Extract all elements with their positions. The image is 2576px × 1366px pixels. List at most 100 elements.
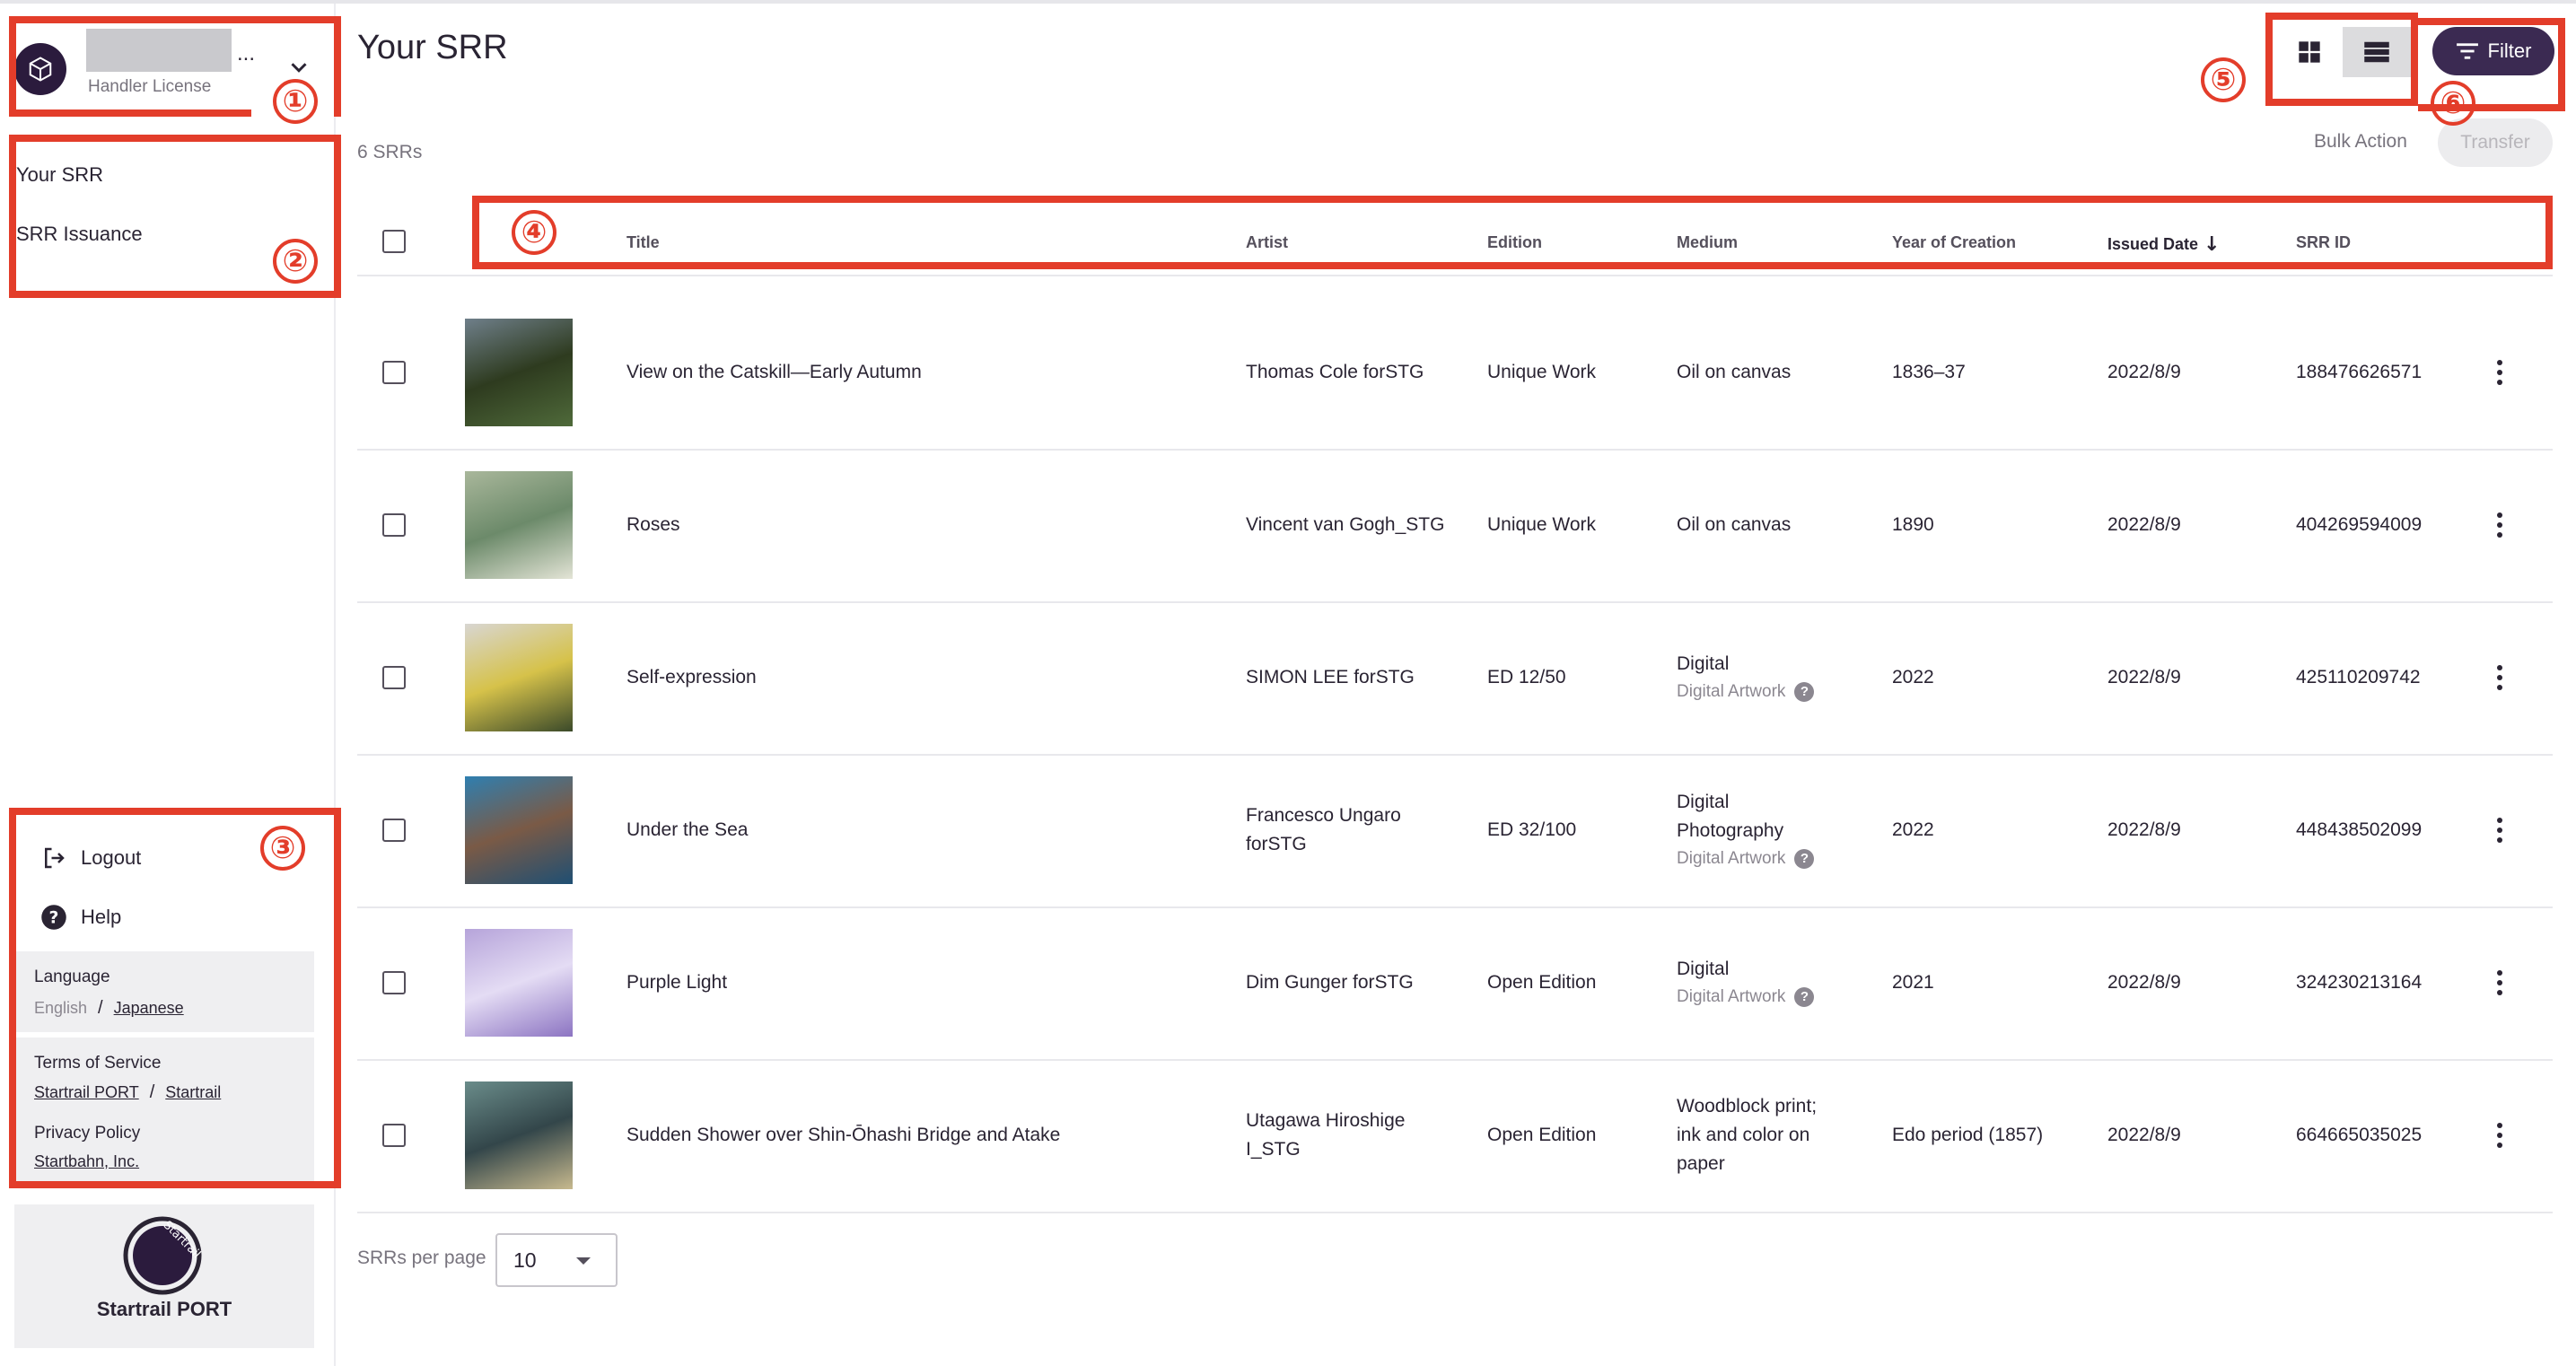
row-menu-icon[interactable] — [2486, 810, 2513, 850]
annotation-number-2: ② — [273, 239, 318, 284]
column-header-year[interactable]: Year of Creation — [1892, 233, 2016, 252]
artwork-title[interactable]: Roses — [626, 511, 680, 539]
row-menu-icon[interactable] — [2486, 505, 2513, 545]
row-menu-icon[interactable] — [2486, 353, 2513, 392]
artwork-year-text: 1836–37 — [1892, 362, 1966, 382]
help-circle-icon[interactable]: ? — [1794, 987, 1815, 1007]
terms-startrail-port-link[interactable]: Startrail PORT — [34, 1083, 139, 1102]
nav-item-your-srr[interactable]: Your SRR — [16, 163, 103, 187]
row-checkbox[interactable] — [382, 666, 406, 689]
artwork-artist: SIMON LEE forSTG — [1246, 663, 1415, 692]
column-header-medium[interactable]: Medium — [1677, 233, 1738, 252]
help-circle-icon[interactable]: ? — [1794, 849, 1815, 869]
medium-subtype-text: Digital Artwork — [1677, 682, 1786, 701]
artwork-thumbnail[interactable] — [465, 319, 573, 426]
artwork-medium: Digital Digital Artwork? — [1677, 650, 1815, 705]
artwork-edition: Open Edition — [1487, 968, 1596, 997]
medium-subtype: Digital Artwork? — [1677, 679, 1815, 705]
brand-box: Startrail Startrail PORT — [14, 1204, 314, 1348]
row-checkbox[interactable] — [382, 513, 406, 537]
language-separator: / — [98, 998, 103, 1018]
terms-links: Startrail PORT / Startrail — [34, 1082, 221, 1103]
artwork-year-text: 2022 — [1892, 819, 1934, 840]
column-header-srr-id[interactable]: SRR ID — [2296, 233, 2351, 252]
terms-separator: / — [149, 1082, 155, 1102]
artwork-thumbnail[interactable] — [465, 776, 573, 884]
artwork-title[interactable]: Sudden Shower over Shin-Ōhashi Bridge an… — [626, 1121, 1060, 1150]
column-header-title[interactable]: Title — [626, 233, 660, 252]
srr-id: 664665035025 — [2296, 1121, 2422, 1150]
issued-date: 2022/8/9 — [2107, 816, 2181, 845]
medium-line: Digital — [1677, 959, 1730, 979]
list-view-button[interactable] — [2343, 27, 2411, 77]
artist-line: Utagawa Hiroshige — [1246, 1110, 1406, 1131]
per-page-value: 10 — [513, 1248, 537, 1272]
issued-date-text: 2022/8/9 — [2107, 514, 2181, 535]
language-label: Language — [34, 968, 110, 986]
artwork-thumbnail[interactable] — [465, 1081, 573, 1189]
language-japanese-link[interactable]: Japanese — [114, 999, 184, 1018]
chevron-down-icon[interactable] — [285, 54, 312, 81]
annotation-number-4: ④ — [512, 210, 556, 255]
artwork-edition-text: Unique Work — [1487, 514, 1596, 535]
row-divider — [357, 1059, 2553, 1061]
row-checkbox[interactable] — [382, 819, 406, 842]
artwork-thumbnail[interactable] — [465, 471, 573, 579]
medium-subtype-text: Digital Artwork — [1677, 849, 1786, 868]
account-avatar[interactable] — [14, 43, 66, 95]
row-menu-icon[interactable] — [2486, 963, 2513, 1003]
per-page-select[interactable]: 10 — [495, 1233, 618, 1287]
annotation-number-6: ⑥ — [2431, 81, 2475, 126]
header-divider — [357, 275, 2553, 276]
srr-count: 6 SRRs — [357, 142, 423, 162]
artwork-artist: Utagawa Hiroshige I_STG — [1246, 1107, 1405, 1164]
artwork-year-text: 2021 — [1892, 972, 1934, 993]
help-circle-icon[interactable]: ? — [1794, 682, 1815, 702]
artist-line: SIMON LEE forSTG — [1246, 667, 1415, 687]
artwork-year-text: 2022 — [1892, 667, 1934, 687]
issued-date: 2022/8/9 — [2107, 1121, 2181, 1150]
artwork-title[interactable]: Purple Light — [626, 968, 727, 997]
brand-name: Startrail PORT — [96, 1298, 232, 1320]
bulk-action-label: Bulk Action — [2314, 131, 2407, 152]
grid-view-button[interactable] — [2280, 27, 2339, 77]
row-checkbox[interactable] — [382, 361, 406, 384]
privacy-startbahn-link[interactable]: Startbahn, Inc. — [34, 1152, 139, 1171]
srr-id-text: 448438502099 — [2296, 819, 2423, 840]
row-menu-icon[interactable] — [2486, 658, 2513, 697]
logout-button[interactable]: Logout — [39, 842, 141, 874]
artwork-thumbnail[interactable] — [465, 624, 573, 731]
account-name-redacted — [86, 29, 232, 72]
artwork-title[interactable]: Under the Sea — [626, 816, 748, 845]
medium-line: Oil on canvas — [1677, 362, 1792, 382]
medium-line: Oil on canvas — [1677, 514, 1792, 535]
medium-line: ink and color on — [1677, 1125, 1810, 1145]
language-panel: Language English / Japanese — [14, 951, 314, 1032]
row-checkbox[interactable] — [382, 1124, 406, 1147]
help-button[interactable]: ? Help — [39, 901, 121, 933]
nav-item-srr-issuance[interactable]: SRR Issuance — [16, 223, 143, 246]
artwork-edition-text: ED 12/50 — [1487, 667, 1566, 687]
terms-startrail-link[interactable]: Startrail — [165, 1083, 221, 1102]
artwork-year: 2021 — [1892, 968, 1934, 997]
filter-label: Filter — [2487, 39, 2532, 62]
row-checkbox[interactable] — [382, 971, 406, 994]
artwork-artist: Vincent van Gogh_STG — [1246, 511, 1444, 539]
artwork-thumbnail[interactable] — [465, 929, 573, 1037]
artwork-title-text: Under the Sea — [626, 819, 749, 840]
row-menu-icon[interactable] — [2486, 1116, 2513, 1155]
select-all-checkbox[interactable] — [382, 230, 406, 253]
issued-date: 2022/8/9 — [2107, 968, 2181, 997]
column-header-artist[interactable]: Artist — [1246, 233, 1288, 252]
srr-id: 188476626571 — [2296, 358, 2422, 387]
filter-button[interactable]: Filter — [2432, 27, 2554, 75]
artwork-title[interactable]: Self-expression — [626, 663, 757, 692]
column-header-edition[interactable]: Edition — [1487, 233, 1542, 252]
srr-id-text: 404269594009 — [2296, 514, 2423, 535]
artwork-title[interactable]: View on the Catskill—Early Autumn — [626, 358, 922, 387]
per-page-label: SRRs per page — [357, 1248, 486, 1268]
srr-id: 425110209742 — [2296, 663, 2421, 692]
transfer-button[interactable]: Transfer — [2438, 118, 2553, 167]
column-header-issued-date[interactable]: Issued Date ↓ — [2107, 233, 2220, 256]
artist-line: Dim Gunger forSTG — [1246, 972, 1414, 993]
